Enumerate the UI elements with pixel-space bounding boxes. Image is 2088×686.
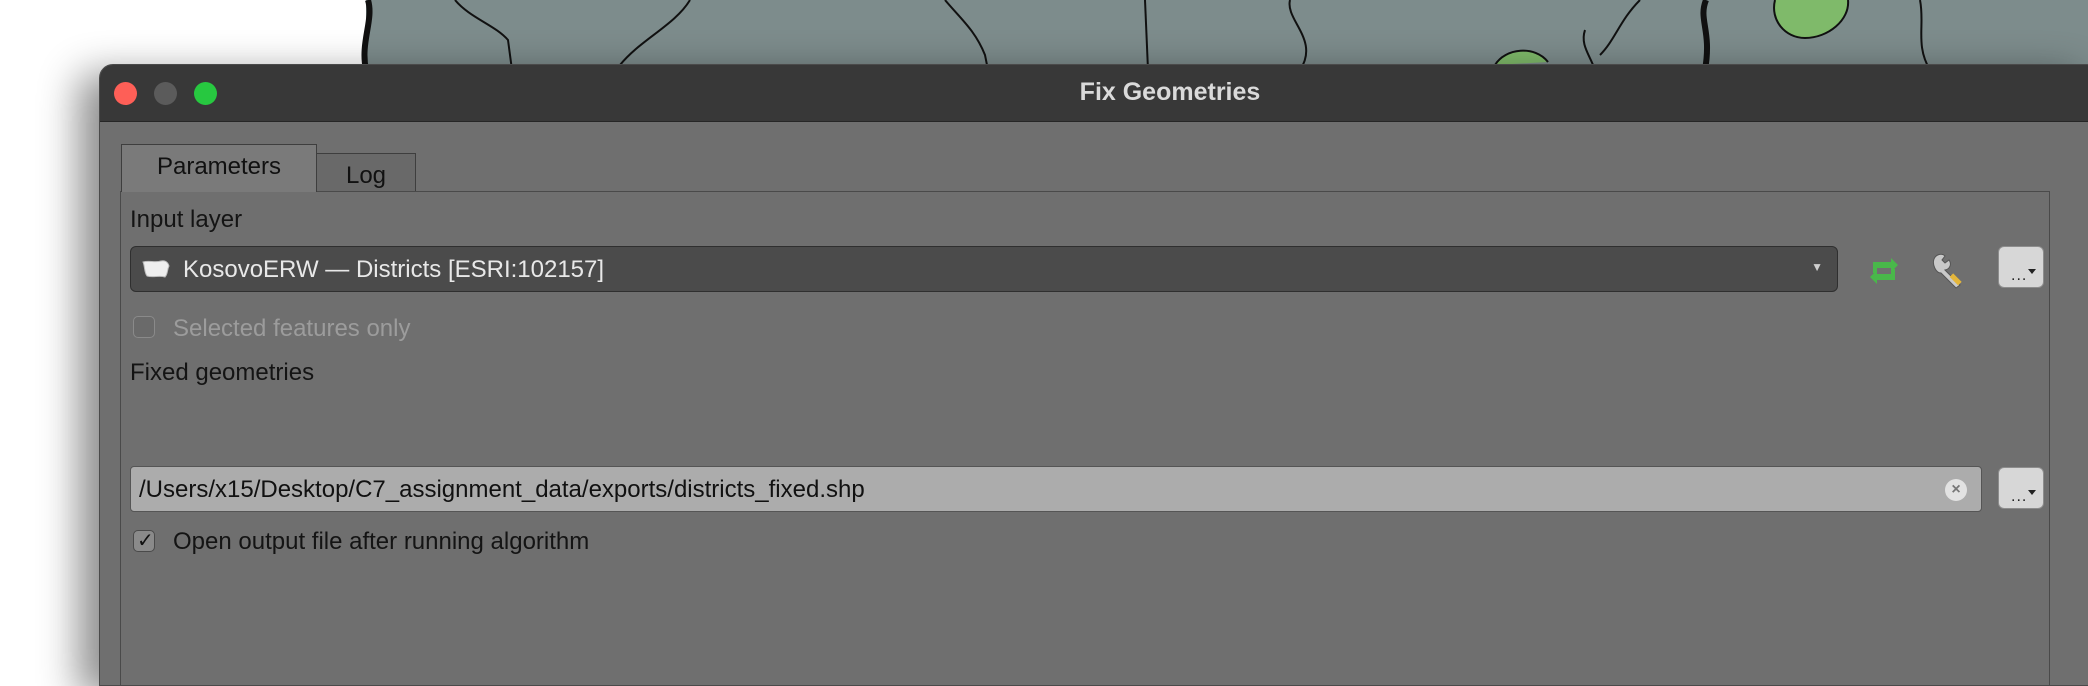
output-options-button[interactable]: ... [1998,467,2044,509]
fixed-geometries-label: Fixed geometries [130,359,315,386]
input-layer-value: KosovoERW — Districts [ESRI:102157] [183,256,605,283]
input-layer-combobox[interactable]: KosovoERW — Districts [ESRI:102157] ▼ [130,246,1838,292]
selected-features-label: Selected features only [173,315,411,342]
input-layer-options-button[interactable]: ... [1998,246,2044,288]
fixed-geometries-field[interactable]: /Users/x15/Desktop/C7_assignment_data/ex… [130,466,1982,512]
title-bar: Fix Geometries [100,65,2088,122]
clear-icon[interactable]: × [1945,479,1967,501]
window-title: Fix Geometries [1079,78,1261,106]
input-layer-label: Input layer [130,206,243,233]
more-options-icon: ... [2011,488,2028,505]
chevron-down-icon [2028,490,2036,495]
open-output-label: Open output file after running algorithm [173,528,590,555]
polygon-layer-icon [142,260,170,278]
selected-features-checkbox[interactable] [133,316,155,338]
chevron-down-icon [2028,269,2036,274]
wrench-icon[interactable] [1930,251,1970,289]
open-output-checkbox[interactable]: ✓ [133,530,155,552]
dropdown-arrow-icon: ▼ [1811,260,1823,274]
output-path-value: /Users/x15/Desktop/C7_assignment_data/ex… [139,476,865,503]
tab-parameters[interactable]: Parameters [121,144,317,192]
fix-geometries-dialog: Fix Geometries Parameters Log Input laye… [99,64,2088,686]
iterate-icon[interactable] [1864,255,1904,287]
checkmark-icon: ✓ [137,530,154,552]
more-options-icon: ... [2011,267,2028,284]
